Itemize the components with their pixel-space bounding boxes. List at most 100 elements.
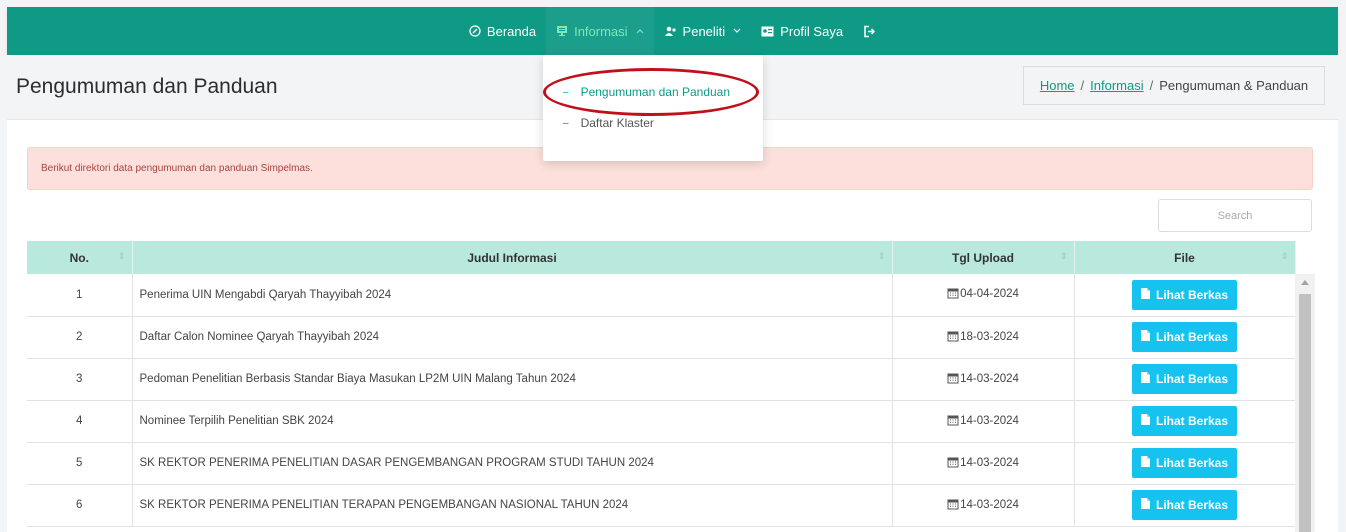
dropdown-item-label: Daftar Klaster: [580, 116, 654, 130]
cell-judul: Nominee Terpilih Penelitian SBK 2024: [132, 400, 893, 443]
nav-informasi-label: Informasi: [574, 23, 628, 39]
cell-file: Lihat Berkas: [1074, 484, 1296, 527]
cell-no: 2: [27, 316, 133, 359]
breadcrumb: Home / Informasi / Pengumuman & Panduan: [1023, 66, 1325, 105]
logout-button[interactable]: [853, 7, 886, 55]
sort-icon: ⇕: [117, 251, 126, 261]
cell-judul: Penerima UIN Mengabdi Qaryah Thayyibah 2…: [132, 274, 893, 317]
lihat-berkas-label: Lihat Berkas: [1155, 330, 1229, 344]
lihat-berkas-button[interactable]: Lihat Berkas: [1131, 364, 1238, 394]
cell-tgl-value: 14-03-2024: [960, 498, 1019, 511]
cell-file: Lihat Berkas: [1074, 316, 1296, 359]
cell-tgl-value: 14-03-2024: [960, 372, 1019, 385]
breadcrumb-current: Pengumuman & Panduan: [1159, 78, 1309, 93]
clock-icon: [469, 25, 481, 37]
nav-profil-label: Profil Saya: [780, 23, 844, 39]
lihat-berkas-button[interactable]: Lihat Berkas: [1131, 406, 1238, 436]
cell-tgl: 14-03-2024: [892, 400, 1075, 443]
lihat-berkas-label: Lihat Berkas: [1155, 456, 1229, 470]
column-header-no[interactable]: No. ⇕: [27, 241, 133, 274]
cell-tgl-value: 14-03-2024: [960, 414, 1019, 427]
table-row: 3 Pedoman Penelitian Berbasis Standar Bia…: [27, 358, 1296, 401]
page-title: Pengumuman dan Panduan: [16, 75, 278, 98]
table-scrollbar[interactable]: [1295, 274, 1315, 532]
sort-icon: ⇕: [1059, 251, 1068, 261]
nav-beranda[interactable]: Beranda: [459, 7, 546, 55]
content-card: Berikut direktori data pengumuman dan pa…: [7, 119, 1338, 532]
file-icon: [1140, 287, 1150, 302]
cell-no: 3: [27, 358, 133, 401]
lihat-berkas-label: Lihat Berkas: [1155, 372, 1229, 386]
cell-file: Lihat Berkas: [1074, 442, 1296, 485]
dropdown-item-daftar-klaster[interactable]: – Daftar Klaster: [563, 116, 654, 130]
cell-tgl: 14-03-2024: [892, 358, 1075, 401]
cell-tgl-value: 04-04-2024: [960, 288, 1019, 301]
file-icon: [1140, 414, 1150, 428]
announcement-table: No. ⇕ Judul Informasi ⇕ Tgl Upload ⇕ File ⇕ …: [27, 241, 1296, 527]
column-header-judul-label: Judul Informasi: [467, 250, 557, 265]
lihat-berkas-label: Lihat Berkas: [1155, 287, 1229, 302]
cell-tgl: 14-03-2024: [892, 442, 1075, 485]
column-header-judul[interactable]: Judul Informasi ⇕: [132, 241, 893, 274]
top-navbar: Beranda Informasi Peneliti Profil Saya: [7, 7, 1338, 55]
lihat-berkas-button[interactable]: Lihat Berkas: [1131, 490, 1238, 520]
cell-no: 4: [27, 400, 133, 443]
file-icon: [1140, 456, 1150, 470]
table-header-row: No. ⇕ Judul Informasi ⇕ Tgl Upload ⇕ File ⇕: [27, 241, 1296, 274]
lihat-berkas-button[interactable]: Lihat Berkas: [1131, 279, 1238, 310]
breadcrumb-separator: /: [1149, 78, 1154, 93]
cell-judul: Daftar Calon Nominee Qaryah Thayyibah 20…: [132, 316, 893, 359]
cell-tgl-value: 18-03-2024: [960, 330, 1019, 343]
cell-judul: SK REKTOR PENERIMA PENELITIAN DASAR PENG…: [132, 442, 893, 485]
scroll-up-arrow[interactable]: [1301, 280, 1309, 285]
nav-profil-saya[interactable]: Profil Saya: [751, 7, 853, 55]
table-row: 1 Penerima UIN Mengabdi Qaryah Thayyibah …: [27, 274, 1296, 317]
nav-peneliti[interactable]: Peneliti: [654, 7, 752, 55]
column-header-tgl-label: Tgl Upload: [952, 250, 1014, 265]
cell-no: 6: [27, 484, 133, 527]
id-card-icon: [761, 26, 774, 37]
cell-tgl: 14-03-2024: [892, 484, 1075, 527]
nav-informasi[interactable]: Informasi: [546, 7, 654, 55]
sort-icon: ⇕: [877, 251, 886, 261]
cell-file: Lihat Berkas: [1074, 274, 1296, 317]
file-icon: [1140, 498, 1150, 512]
calendar-icon: [947, 287, 959, 302]
cell-file: Lihat Berkas: [1074, 400, 1296, 443]
announcement-table-wrapper: No. ⇕ Judul Informasi ⇕ Tgl Upload ⇕ File ⇕ …: [27, 241, 1315, 532]
column-header-no-label: No.: [69, 250, 89, 265]
cell-judul: Pedoman Penelitian Berbasis Standar Biay…: [132, 358, 893, 401]
breadcrumb-home-link[interactable]: Home: [1040, 78, 1075, 93]
calendar-icon: [947, 372, 959, 387]
monitor-icon: [556, 25, 568, 37]
calendar-icon: [947, 414, 959, 429]
cell-no: 5: [27, 442, 133, 485]
cell-judul: SK REKTOR PENERIMA PENELITIAN TERAPAN PE…: [132, 484, 893, 527]
lihat-berkas-button[interactable]: Lihat Berkas: [1131, 322, 1238, 352]
cell-no: 1: [27, 274, 133, 317]
nav-peneliti-label: Peneliti: [682, 23, 726, 39]
highlight-annotation-ellipse: [543, 68, 759, 116]
lihat-berkas-button[interactable]: Lihat Berkas: [1131, 448, 1238, 478]
file-icon: [1140, 372, 1150, 386]
chevron-down-icon: [733, 28, 741, 34]
sort-icon: ⇕: [1280, 251, 1289, 261]
calendar-icon: [947, 498, 959, 513]
column-header-file[interactable]: File ⇕: [1074, 241, 1296, 274]
column-header-tgl[interactable]: Tgl Upload ⇕: [892, 241, 1075, 274]
logout-icon: [863, 25, 876, 38]
table-row: 6 SK REKTOR PENERIMA PENELITIAN TERAPAN P…: [27, 484, 1296, 527]
table-row: 4 Nominee Terpilih Penelitian SBK 2024 14-…: [27, 400, 1296, 443]
cell-tgl-value: 14-03-2024: [960, 456, 1019, 469]
calendar-icon: [947, 330, 959, 345]
table-row: 2 Daftar Calon Nominee Qaryah Thayyibah 2…: [27, 316, 1296, 359]
breadcrumb-separator: /: [1080, 78, 1085, 93]
file-icon: [1140, 330, 1150, 344]
lihat-berkas-label: Lihat Berkas: [1155, 498, 1229, 512]
breadcrumb-informasi-link[interactable]: Informasi: [1090, 78, 1143, 93]
nav-beranda-label: Beranda: [486, 23, 537, 39]
scroll-thumb[interactable]: [1299, 294, 1311, 532]
calendar-icon: [947, 456, 959, 471]
search-input[interactable]: [1158, 199, 1312, 232]
column-header-file-label: File: [1174, 250, 1195, 265]
